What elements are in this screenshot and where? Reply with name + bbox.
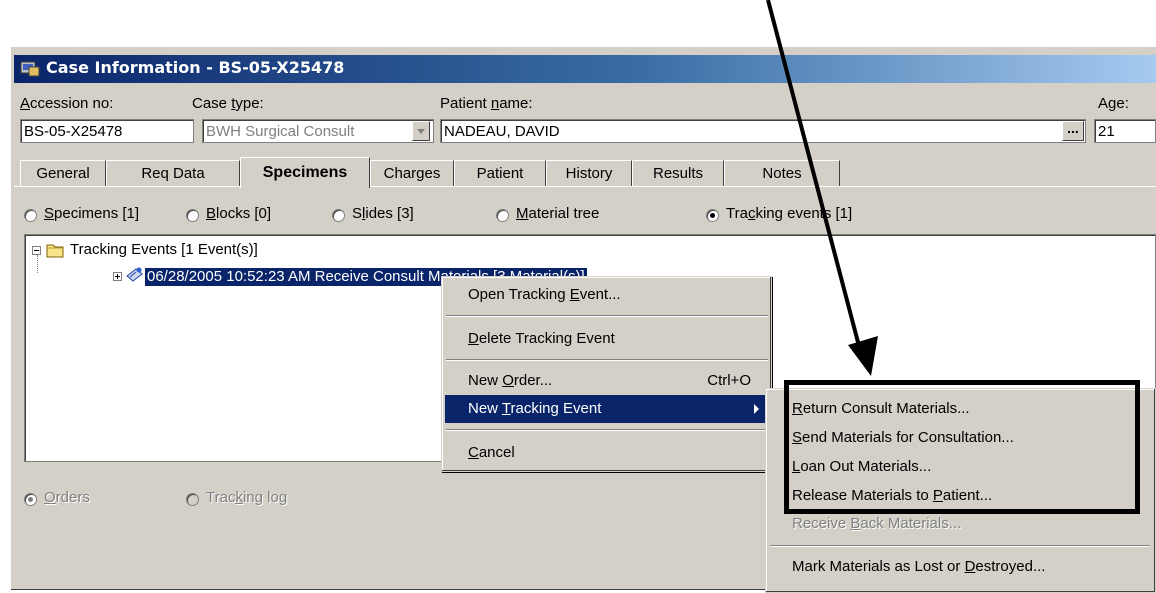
radio-material-tree-label[interactable]: Material tree <box>516 205 599 222</box>
case-type-label: Case type: <box>192 95 264 112</box>
accession-field[interactable]: BS-05-X25478 <box>20 119 194 143</box>
tab-req-data[interactable]: Req Data <box>106 160 240 186</box>
submenu-arrow-icon <box>754 404 759 414</box>
accession-label: Accession no: <box>20 95 114 112</box>
menu-open-tracking-event[interactable]: Open Tracking Event... <box>445 281 769 309</box>
menu-cancel[interactable]: Cancel <box>445 439 769 467</box>
callout-box <box>784 380 1140 514</box>
age-label: Age: <box>1098 95 1129 112</box>
radio-orders[interactable] <box>24 493 37 506</box>
tab-specimens[interactable]: Specimens <box>240 157 370 188</box>
tab-general[interactable]: General <box>20 160 106 186</box>
radio-slides-label[interactable]: Slides [3] <box>352 205 414 222</box>
menu-new-tracking-event[interactable]: New Tracking Event <box>445 395 769 423</box>
age-field[interactable]: 21 <box>1094 119 1156 143</box>
new-order-shortcut: Ctrl+O <box>707 372 751 389</box>
tree-root-label[interactable]: Tracking Events [1 Event(s)] <box>70 241 258 258</box>
window-title: Case Information - BS-05-X25478 <box>46 58 345 77</box>
tab-notes[interactable]: Notes <box>724 160 840 186</box>
menu-separator <box>446 359 768 361</box>
radio-tracking-events[interactable] <box>706 209 719 222</box>
tab-history[interactable]: History <box>546 160 632 186</box>
menu-separator <box>770 545 1150 547</box>
radio-specimens[interactable] <box>24 209 37 222</box>
tree-connector <box>37 255 39 273</box>
menu-separator <box>446 315 768 317</box>
radio-blocks[interactable] <box>186 209 199 222</box>
menu-delete-tracking-event[interactable]: Delete Tracking Event <box>445 325 769 353</box>
case-type-select[interactable]: BWH Surgical Consult <box>202 119 434 143</box>
patient-lookup-button[interactable]: ... <box>1062 121 1084 141</box>
radio-tracking-events-label[interactable]: Tracking events [1] <box>726 205 852 222</box>
case-type-value: BWH Surgical Consult <box>206 123 355 140</box>
radio-slides[interactable] <box>332 209 345 222</box>
tab-patient[interactable]: Patient <box>454 160 546 186</box>
case-window-icon <box>20 61 40 77</box>
radio-tracking-log[interactable] <box>186 493 199 506</box>
tree-expand-icon[interactable] <box>113 272 122 281</box>
radio-tracking-log-label[interactable]: Tracking log <box>206 489 287 506</box>
menu-receive-back-materials[interactable]: Receive Back Materials... <box>769 510 1149 538</box>
tracking-event-icon <box>126 267 143 282</box>
patient-name-field[interactable]: NADEAU, DAVID <box>440 119 1086 143</box>
menu-separator <box>446 429 768 431</box>
menu-mark-materials-lost-destroyed[interactable]: Mark Materials as Lost or Destroyed... <box>769 553 1149 581</box>
context-menu: Open Tracking Event... Delete Tracking E… <box>441 276 772 472</box>
tab-results[interactable]: Results <box>632 160 724 186</box>
tab-strip-divider <box>14 186 1156 187</box>
folder-icon <box>46 244 64 258</box>
tab-charges[interactable]: Charges <box>370 160 454 186</box>
menu-new-order[interactable]: New Order... Ctrl+O <box>445 367 769 395</box>
radio-orders-label[interactable]: Orders <box>44 489 90 506</box>
patient-name-label: Patient name: <box>440 95 533 112</box>
tree-collapse-icon[interactable] <box>32 246 41 255</box>
radio-material-tree[interactable] <box>496 209 509 222</box>
radio-specimens-label[interactable]: Specimens [1] <box>44 205 139 222</box>
radio-blocks-label[interactable]: Blocks [0] <box>206 205 271 222</box>
case-type-dropdown-icon[interactable] <box>412 121 430 141</box>
